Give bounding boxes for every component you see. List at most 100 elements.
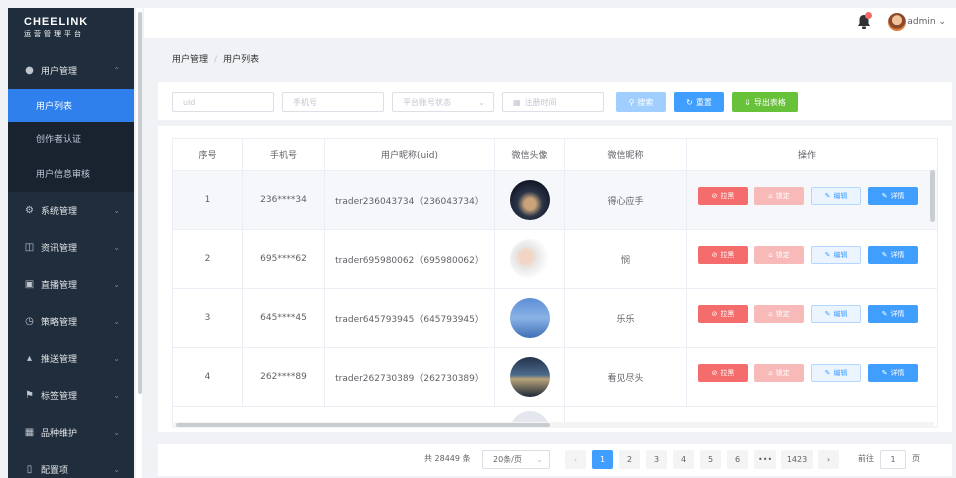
notification-badge [865,12,872,19]
wx-avatar-image [509,298,550,338]
edit-button[interactable]: ✎ 编辑 [811,187,861,205]
chevron-left-icon: ‹ [573,455,578,464]
uid-input[interactable]: uid [172,92,274,112]
lock-button[interactable]: ⌂ 锁定 [754,246,804,264]
lock-label: 锁定 [775,192,790,200]
next-page-button[interactable]: › [818,450,839,469]
blacklist-button[interactable]: ⊘ 拉黑 [698,187,748,205]
edit-label: 编辑 [833,310,848,318]
header-phone: 手机号 [243,139,325,170]
export-button[interactable]: ⇓ 导出表格 [732,92,798,112]
edit-icon: ✎ [881,369,888,377]
detail-button[interactable]: ✎ 详情 [868,187,918,205]
edit-button[interactable]: ✎ 编辑 [811,364,861,382]
edit-icon: ✎ [824,251,831,259]
reset-button[interactable]: ↻ 重置 [674,92,724,112]
page-size-select[interactable]: 20条/页 ⌄ [482,450,550,469]
grid-icon: ▦ [24,427,35,438]
refresh-icon: ↻ [686,97,693,107]
register-date-picker[interactable]: ▦ 注册时间 [502,92,604,112]
wx-avatar-image [509,357,550,397]
menu-variety[interactable]: ▦ 品种维护 ⌄ [8,414,134,451]
menu-label: 直播管理 [41,281,78,291]
detail-button[interactable]: ✎ 详情 [868,305,918,323]
page-button-3[interactable]: 3 [646,450,667,469]
camera-icon: ▣ [24,279,35,290]
lock-label: 锁定 [775,310,790,318]
blacklist-button[interactable]: ⊘ 拉黑 [698,246,748,264]
menu-config[interactable]: ▯ 配置项 ⌄ [8,451,134,478]
edit-label: 编辑 [833,192,848,200]
menu-label: 创作者认证 [36,135,82,145]
goto-label: 前往 [858,454,874,463]
prev-page-button[interactable]: ‹ [565,450,586,469]
row-phone: 695****62 [243,230,325,288]
chevron-right-icon: › [826,455,831,464]
lock-icon: ⌂ [768,310,773,318]
detail-button[interactable]: ✎ 详情 [868,246,918,264]
page-button-5[interactable]: 5 [700,450,721,469]
table-vertical-scrollbar[interactable] [930,170,935,222]
lock-button[interactable]: ⌂ 锁定 [754,187,804,205]
phone-input[interactable]: 手机号 [282,92,384,112]
blacklist-button[interactable]: ⊘ 拉黑 [698,305,748,323]
detail-button[interactable]: ✎ 详情 [868,364,918,382]
menu-strategy[interactable]: ◷ 策略管理 ⌄ [8,303,134,340]
page-button-2[interactable]: 2 [619,450,640,469]
edit-icon: ✎ [824,369,831,377]
phone-icon: ▯ [26,464,33,475]
status-select[interactable]: 平台账号状态 ⌄ [392,92,494,112]
page-ellipsis-button[interactable]: ••• [754,450,777,469]
header-index: 序号 [173,139,243,170]
lock-button[interactable]: ⌂ 锁定 [754,305,804,323]
edit-icon: ✎ [824,192,831,200]
avatar[interactable] [888,13,906,31]
header-nickname: 用户昵称(uid) [325,139,495,170]
menu-label: 资讯管理 [41,244,78,254]
page-button-last[interactable]: 1423 [781,450,813,469]
detail-label: 详情 [890,251,905,259]
chevron-down-icon: ⌄ [113,465,120,474]
menu-tags[interactable]: ⚑ 标签管理 ⌄ [8,377,134,414]
row-wx-avatar [495,289,565,347]
table-horizontal-scrollbar[interactable] [176,423,550,427]
page-button-1[interactable]: 1 [592,450,613,469]
breadcrumb-root[interactable]: 用户管理 [172,55,208,65]
menu-live[interactable]: ▣ 直播管理 ⌄ [8,266,134,303]
header-wx-name: 微信昵称 [565,139,687,170]
user-name: admin [907,17,936,27]
menu-news[interactable]: ◫ 资讯管理 ⌄ [8,229,134,266]
row-phone: 645****45 [243,289,325,347]
edit-icon: ✎ [881,251,888,259]
menu-creator-cert[interactable]: 创作者认证 [8,122,134,155]
search-label: 搜索 [637,97,654,107]
menu-user-info-review[interactable]: 用户信息审核 [8,155,134,192]
page-button-6[interactable]: 6 [727,450,748,469]
edit-button[interactable]: ✎ 编辑 [811,246,861,264]
phone-placeholder: 手机号 [293,97,317,107]
gear-icon: ⚙ [25,205,34,216]
brand-name: CHEELINK [24,16,89,28]
bell-icon: ▴ [26,353,33,364]
blacklist-button[interactable]: ⊘ 拉黑 [698,364,748,382]
page-button-4[interactable]: 4 [673,450,694,469]
row-nickname: trader695980062（695980062） [325,230,495,288]
lock-button[interactable]: ⌂ 锁定 [754,364,804,382]
menu-user-management[interactable]: ● 用户管理 ⌃ [8,52,134,89]
chevron-up-icon: ⌃ [113,66,120,75]
goto-page-input[interactable]: 1 [880,450,906,469]
flag-icon: ⚑ [25,390,34,401]
edit-button[interactable]: ✎ 编辑 [811,305,861,323]
user-menu[interactable]: admin ⌄ [907,17,946,27]
lock-label: 锁定 [775,251,790,259]
row-index: 4 [173,348,243,406]
sidebar-scrollbar[interactable] [138,12,142,394]
ban-icon: ⊘ [711,251,718,259]
menu-user-list[interactable]: 用户列表 [8,89,134,122]
search-button[interactable]: ⚲ 搜索 [616,92,666,112]
chevron-down-icon: ⌄ [478,97,485,107]
menu-label: 配置项 [41,466,69,476]
menu-push[interactable]: ▴ 推送管理 ⌄ [8,340,134,377]
menu-system[interactable]: ⚙ 系统管理 ⌄ [8,192,134,229]
wx-avatar-image [509,239,550,279]
